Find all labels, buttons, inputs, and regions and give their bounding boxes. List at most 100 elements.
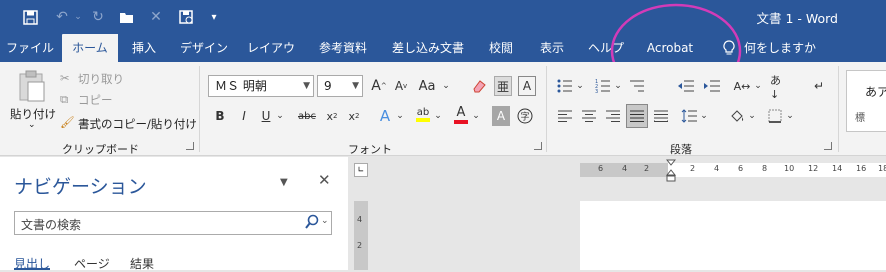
nav-options-icon[interactable]: ▼: [280, 177, 288, 188]
tab-selector-icon[interactable]: ∟: [354, 163, 368, 177]
tab-design[interactable]: デザイン: [176, 34, 232, 62]
tab-insert[interactable]: 挿入: [124, 34, 164, 62]
styles-gallery[interactable]: あア 標: [846, 70, 886, 132]
ruler-tick: 14: [832, 164, 843, 173]
nav-search-box[interactable]: 文書の検索 ⌄: [14, 211, 332, 235]
enclose-characters-icon[interactable]: A: [518, 76, 536, 96]
font-size-combo[interactable]: 9 ▼: [317, 75, 363, 97]
cut-button[interactable]: 切り取り: [78, 71, 124, 87]
print-preview-icon[interactable]: [176, 7, 196, 27]
paste-icon[interactable]: [14, 68, 48, 104]
search-icon[interactable]: [305, 214, 319, 233]
chevron-down-icon[interactable]: ⌄: [321, 216, 329, 226]
format-painter-button[interactable]: 書式のコピー/貼り付け: [78, 116, 197, 132]
ribbon-tab-bar: ファイル ホーム 挿入 デザイン レイアウト 参考資料 差し込み文書 校閲 表示…: [0, 34, 886, 83]
tab-review[interactable]: 校閲: [481, 34, 521, 62]
bullets-dropdown-icon[interactable]: ⌄: [576, 76, 584, 96]
change-case-dropdown-icon[interactable]: ⌄: [442, 76, 450, 96]
borders-dropdown-icon[interactable]: ⌄: [786, 106, 794, 126]
line-spacing-icon[interactable]: [680, 106, 698, 126]
vruler-tick: 4: [357, 215, 363, 224]
horizontal-ruler[interactable]: 6 4 2 2 4 6 8 10 12 14 16 18: [580, 163, 886, 177]
tab-layout[interactable]: レイアウト: [242, 34, 300, 83]
phonetic-guide-icon[interactable]: 亜: [494, 76, 512, 96]
close-icon[interactable]: ✕: [146, 7, 166, 27]
shading-dropdown-icon[interactable]: ⌄: [748, 106, 756, 126]
show-marks-icon[interactable]: ↵: [810, 76, 828, 96]
asian-layout-dropdown-icon[interactable]: ⌄: [754, 76, 762, 96]
clipboard-group-label: クリップボード: [62, 143, 139, 156]
subscript-icon[interactable]: x2: [324, 106, 340, 126]
tab-file[interactable]: ファイル: [5, 34, 55, 62]
superscript-icon[interactable]: x2: [346, 106, 362, 126]
asian-layout-icon[interactable]: A↔: [732, 76, 752, 96]
copy-icon[interactable]: ⧉: [60, 92, 68, 107]
shading-icon[interactable]: [728, 106, 746, 126]
highlight-icon[interactable]: ab: [414, 104, 432, 124]
svg-text:3: 3: [595, 89, 598, 93]
align-right-icon[interactable]: [604, 106, 622, 126]
shrink-font-icon[interactable]: Av: [392, 76, 410, 96]
copy-button[interactable]: コピー: [78, 92, 113, 108]
numbering-icon[interactable]: 123: [594, 76, 612, 96]
font-name-combo[interactable]: ＭＳ 明朝 ▼: [208, 75, 314, 97]
font-launcher-icon[interactable]: [534, 142, 542, 150]
undo-dropdown-icon[interactable]: ⌄: [68, 7, 88, 27]
redo-icon[interactable]: ↻: [88, 7, 108, 27]
text-effects-icon[interactable]: A: [376, 106, 394, 126]
font-color-dropdown-icon[interactable]: ⌄: [472, 106, 480, 126]
underline-icon[interactable]: U: [258, 106, 274, 126]
bold-icon[interactable]: B: [212, 106, 228, 126]
character-shading-icon[interactable]: A: [492, 106, 510, 126]
paste-dropdown-icon[interactable]: ⌄: [28, 120, 36, 130]
increase-indent-icon[interactable]: [702, 76, 722, 96]
tab-references[interactable]: 参考資料: [314, 34, 372, 62]
sort-icon[interactable]: あ↓: [770, 74, 788, 101]
font-size-value: 9: [324, 79, 332, 93]
nav-tab-results[interactable]: 結果: [130, 255, 154, 272]
group-divider: [546, 66, 547, 152]
distributed-icon[interactable]: [652, 106, 670, 126]
document-page[interactable]: [580, 201, 886, 270]
align-center-icon[interactable]: [580, 106, 598, 126]
group-divider: [838, 66, 839, 152]
customize-qat-icon[interactable]: ▾: [204, 7, 224, 27]
nav-tab-pages[interactable]: ページ: [74, 255, 110, 272]
tab-mailings[interactable]: 差し込み文書: [388, 34, 468, 62]
justify-icon[interactable]: [626, 104, 648, 128]
format-painter-icon[interactable]: 🖌: [60, 115, 75, 129]
font-group-label: フォント: [348, 143, 392, 156]
italic-icon[interactable]: I: [236, 106, 252, 126]
align-left-icon[interactable]: [556, 106, 574, 126]
multilevel-list-icon[interactable]: [628, 76, 646, 96]
borders-icon[interactable]: [766, 106, 784, 126]
tab-view[interactable]: 表示: [532, 34, 572, 62]
font-color-icon[interactable]: A: [452, 104, 470, 124]
indent-marker-icon[interactable]: [665, 159, 677, 186]
decrease-indent-icon[interactable]: [676, 76, 696, 96]
chevron-down-icon: ▼: [303, 81, 310, 91]
strikethrough-icon[interactable]: abc: [296, 106, 318, 126]
bullets-icon[interactable]: [556, 76, 574, 96]
clipboard-launcher-icon[interactable]: [186, 142, 194, 150]
tab-home[interactable]: ホーム: [62, 34, 118, 62]
clear-formatting-icon[interactable]: [470, 76, 488, 96]
open-folder-icon[interactable]: [116, 7, 136, 27]
nav-search-placeholder: 文書の検索: [21, 218, 82, 232]
highlight-dropdown-icon[interactable]: ⌄: [434, 106, 442, 126]
line-spacing-dropdown-icon[interactable]: ⌄: [700, 106, 708, 126]
underline-dropdown-icon[interactable]: ⌄: [276, 106, 284, 126]
numbering-dropdown-icon[interactable]: ⌄: [614, 76, 622, 96]
vertical-ruler[interactable]: 4 2: [354, 201, 368, 270]
text-effects-dropdown-icon[interactable]: ⌄: [396, 106, 404, 126]
save-icon[interactable]: [20, 7, 40, 27]
nav-close-icon[interactable]: ✕: [318, 171, 331, 189]
change-case-icon[interactable]: Aa: [416, 76, 438, 96]
svg-text:字: 字: [520, 111, 529, 123]
ruler-tick: 6: [738, 164, 744, 173]
paragraph-launcher-icon[interactable]: [824, 142, 832, 150]
grow-font-icon[interactable]: A ^: [370, 76, 388, 96]
enclose-circle-icon[interactable]: 字: [516, 106, 534, 126]
cut-icon[interactable]: ✂: [60, 71, 70, 85]
tell-me-search[interactable]: 何をしますか: [744, 34, 832, 62]
